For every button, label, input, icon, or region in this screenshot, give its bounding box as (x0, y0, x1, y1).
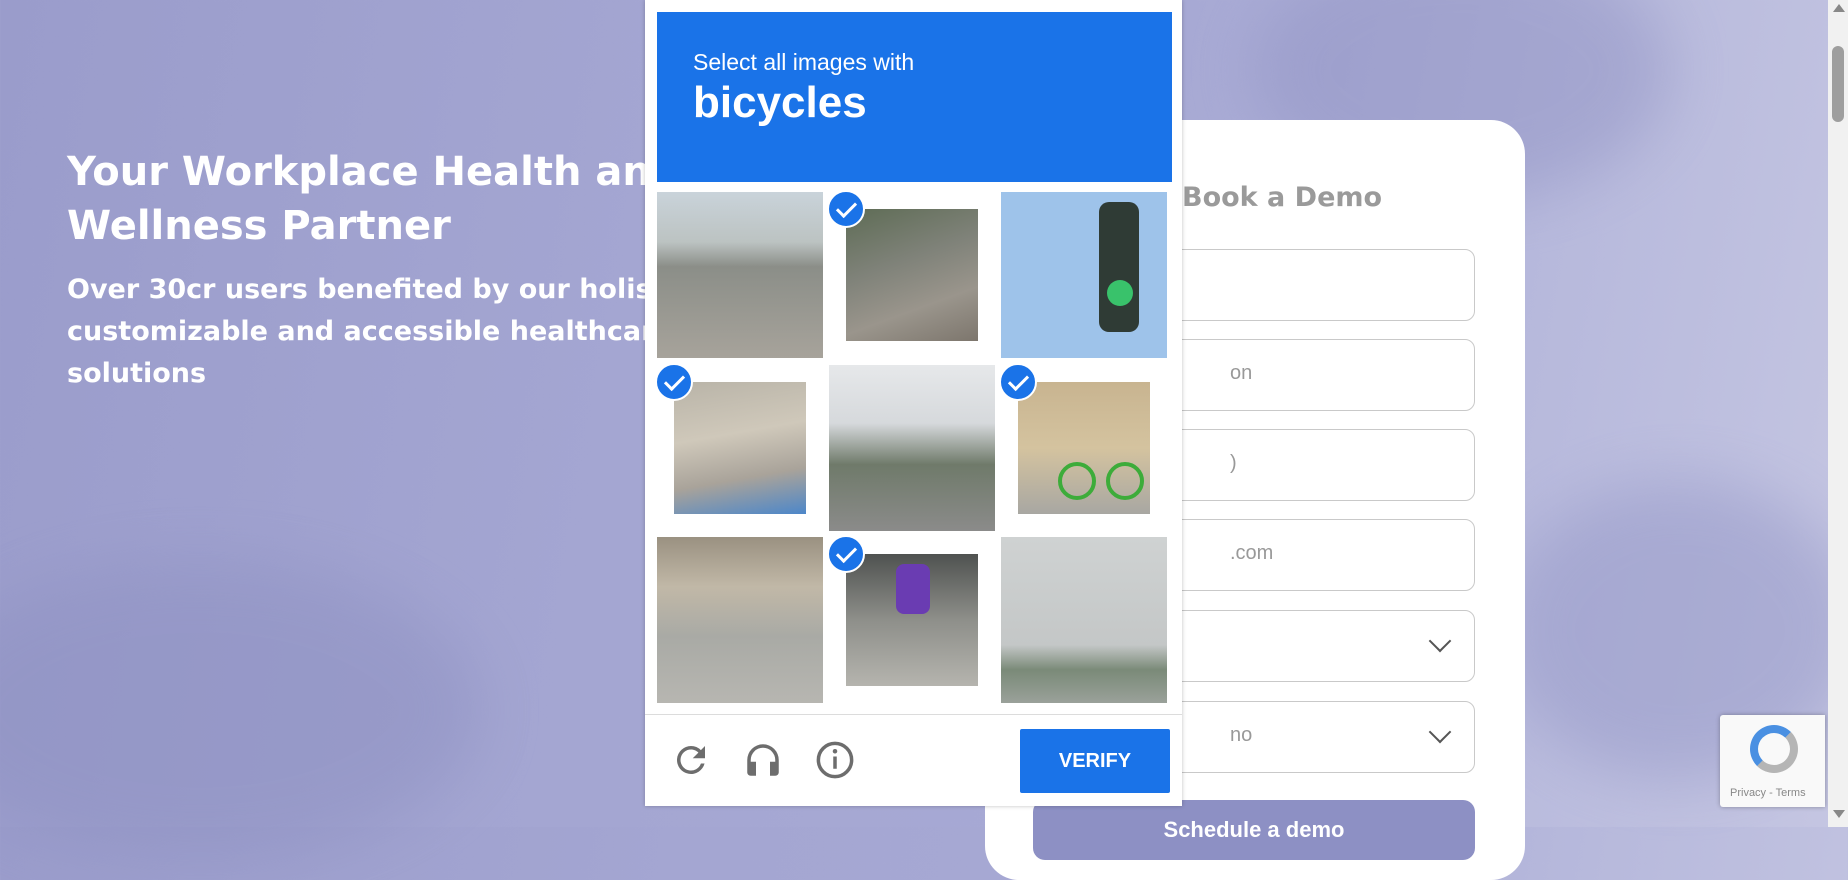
captcha-tile-6[interactable] (1001, 365, 1167, 531)
schedule-demo-button[interactable]: Schedule a demo (1033, 800, 1475, 860)
field-placeholder: ) (1230, 452, 1237, 474)
field-placeholder: .com (1230, 542, 1274, 564)
field-placeholder: no (1230, 724, 1253, 746)
page-scrollbar[interactable] (1828, 0, 1848, 827)
verify-button[interactable]: VERIFY (1020, 729, 1170, 793)
street-scene-image (657, 192, 823, 358)
traffic-light-green (1107, 280, 1133, 306)
scroll-down-icon[interactable] (1833, 810, 1845, 818)
captcha-tile-9[interactable] (1001, 537, 1167, 703)
captcha-tile-7[interactable] (657, 537, 823, 703)
captcha-tile-4[interactable] (657, 365, 823, 531)
field-placeholder: on (1230, 362, 1253, 384)
captcha-tile-8[interactable] (829, 537, 995, 703)
reload-icon[interactable] (670, 739, 712, 781)
captcha-footer: VERIFY (645, 714, 1182, 807)
background-blob (0, 560, 480, 860)
audio-icon[interactable] (742, 739, 784, 781)
bicycle-image (846, 554, 978, 686)
highway-image (829, 365, 995, 531)
chevron-down-icon (1428, 629, 1452, 653)
recaptcha-badge[interactable]: Privacy - Terms (1720, 715, 1825, 807)
captcha-tile-5[interactable] (829, 365, 995, 531)
captcha-tile-3[interactable] (1001, 192, 1167, 358)
captcha-tile-2[interactable] (829, 192, 995, 358)
captcha-tile-1[interactable] (657, 192, 823, 358)
chevron-down-icon (1428, 720, 1452, 744)
form-title: Book a Demo (1182, 182, 1383, 213)
cyclist-shape (896, 564, 930, 614)
recaptcha-logo-icon (1750, 725, 1798, 773)
scroll-up-icon[interactable] (1833, 4, 1845, 12)
captcha-header: Select all images with bicycles (657, 12, 1172, 182)
bicycle-shape (1058, 462, 1096, 500)
info-icon[interactable] (814, 739, 856, 781)
recaptcha-terms[interactable]: Privacy - Terms (1730, 787, 1806, 799)
bicycle-shape (1106, 462, 1144, 500)
bicycle-image (1018, 382, 1150, 514)
captcha-target: bicycles (693, 78, 867, 127)
captcha-challenge: Select all images with bicycles VERIFY (645, 0, 1182, 806)
captcha-instruction: Select all images with (693, 49, 915, 75)
bicycle-image (846, 209, 978, 341)
traffic-light-shape (1099, 202, 1139, 332)
street-scene-image (657, 537, 823, 703)
traffic-light-image (1001, 192, 1167, 358)
bridge-scene-image (1001, 537, 1167, 703)
bicycle-image (674, 382, 806, 514)
scrollbar-thumb[interactable] (1832, 46, 1844, 122)
